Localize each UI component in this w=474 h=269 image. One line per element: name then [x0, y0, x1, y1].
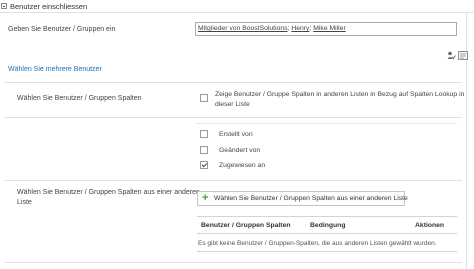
lookup-columns-label-line2: dieser Liste: [215, 101, 250, 108]
columns-list: Erstellt von Geändert von Zugewiesen an: [196, 123, 457, 176]
address-book-icon[interactable]: [458, 51, 468, 60]
plus-icon: +: [202, 192, 209, 204]
column-label-created-by: Erstellt von: [219, 131, 253, 138]
section-header: Benutzer einschliessen: [0, 0, 474, 13]
users-field-label: Geben Sie Benutzer / Gruppen ein: [8, 26, 116, 33]
columns-table-header: Benutzer / Gruppen Spalten Bedingung Akt…: [197, 216, 457, 234]
lookup-columns-label-line1: Zeige Benutzer / Gruppe Spalten in ander…: [215, 91, 465, 98]
column-checkbox-assigned-to[interactable]: [200, 161, 208, 169]
select-multiple-users-link[interactable]: Wählen Sie mehrere Benutzer: [8, 66, 102, 73]
collapse-toggle-icon[interactable]: [1, 3, 7, 9]
people-picker-input[interactable]: Mitglieder von BoostSolutions; Henry; Mi…: [195, 22, 457, 36]
add-other-list-columns-button[interactable]: + Wählen Sie Benutzer / Gruppen Spalten …: [197, 191, 408, 206]
section-divider: [4, 180, 462, 181]
check-names-icon[interactable]: [447, 51, 456, 60]
user-columns-label: Wählen Sie Benutzer / Gruppen Spalten: [17, 95, 142, 102]
section-divider: [4, 262, 462, 263]
picker-entry[interactable]: Henry: [291, 25, 309, 32]
column-checkbox-created-by[interactable]: [200, 130, 208, 138]
section-divider: [4, 82, 462, 83]
other-list-label-line1: Wählen Sie Benutzer / Gruppen Spalten au…: [17, 189, 200, 196]
column-checkbox-modified-by[interactable]: [200, 146, 208, 154]
section-title: Benutzer einschliessen: [10, 2, 88, 11]
empty-table-message: Es gibt keine Benutzer / Gruppen-Spalten…: [198, 240, 437, 247]
column-label-assigned-to: Zugewiesen an: [219, 162, 266, 169]
lookup-columns-checkbox[interactable]: [200, 94, 208, 102]
picker-entry[interactable]: Mike Miller: [313, 25, 345, 32]
header-actions: Aktionen: [415, 222, 445, 229]
add-button-label: Wählen Sie Benutzer / Gruppen Spalten au…: [214, 195, 408, 202]
section-divider: [4, 117, 462, 118]
other-list-label-line2: Liste: [17, 199, 32, 206]
picker-entry[interactable]: Mitglieder von BoostSolutions: [198, 25, 288, 32]
table-bottom-border: [197, 251, 457, 252]
people-picker-value: Mitglieder von BoostSolutions; Henry; Mi…: [198, 25, 346, 32]
header-user-columns: Benutzer / Gruppen Spalten: [201, 222, 291, 229]
column-label-modified-by: Geändert von: [219, 147, 261, 154]
header-condition: Bedingung: [310, 222, 346, 229]
